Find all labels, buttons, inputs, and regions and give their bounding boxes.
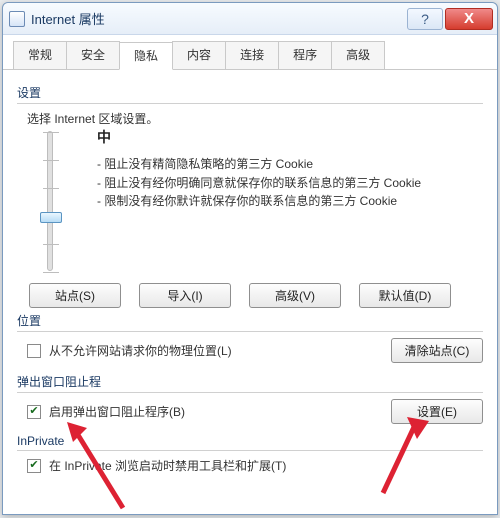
- divider: [17, 331, 483, 332]
- advanced-button[interactable]: 高级(V): [249, 283, 341, 308]
- popup-settings-button[interactable]: 设置(E): [391, 399, 483, 424]
- inprivate-row: 在 InPrivate 浏览启动时禁用工具栏和扩展(T): [27, 457, 483, 474]
- tab-privacy[interactable]: 隐私: [119, 42, 173, 70]
- bullet-1: - 阻止没有精简隐私策略的第三方 Cookie: [97, 155, 483, 174]
- tab-content[interactable]: 内容: [172, 41, 226, 69]
- inprivate-checkbox-label: 在 InPrivate 浏览启动时禁用工具栏和扩展(T): [49, 457, 483, 474]
- location-row: 从不允许网站请求你的物理位置(L) 清除站点(C): [27, 338, 483, 363]
- bullet-3: - 限制没有经你默许就保存你的联系信息的第三方 Cookie: [97, 192, 483, 211]
- tab-general[interactable]: 常规: [13, 41, 67, 69]
- tab-pane: 设置 选择 Internet 区域设置。 中 - 阻止没有精简隐私策略的第三方 …: [3, 70, 497, 484]
- privacy-slider-wrap: [17, 127, 77, 271]
- inprivate-checkbox[interactable]: [27, 459, 41, 473]
- sites-button[interactable]: 站点(S): [29, 283, 121, 308]
- close-button[interactable]: X: [445, 8, 493, 30]
- popup-row: 启用弹出窗口阻止程序(B) 设置(E): [27, 399, 483, 424]
- tab-advanced[interactable]: 高级: [331, 41, 385, 69]
- tab-connections[interactable]: 连接: [225, 41, 279, 69]
- popup-checkbox[interactable]: [27, 405, 41, 419]
- privacy-level: 中: [97, 127, 483, 147]
- settings-button-row: 站点(S) 导入(I) 高级(V) 默认值(D): [29, 283, 483, 308]
- help-button[interactable]: ?: [407, 8, 443, 30]
- app-icon: [9, 11, 25, 27]
- zone-prompt: 选择 Internet 区域设置。: [27, 110, 483, 127]
- inprivate-group-label: InPrivate: [17, 434, 483, 448]
- divider: [17, 450, 483, 451]
- tab-strip: 常规 安全 隐私 内容 连接 程序 高级: [3, 35, 497, 70]
- slider-thumb[interactable]: [40, 212, 62, 223]
- location-checkbox[interactable]: [27, 344, 41, 358]
- zone-description: 中 - 阻止没有精简隐私策略的第三方 Cookie - 阻止没有经你明确同意就保…: [97, 127, 483, 271]
- divider: [17, 103, 483, 104]
- privacy-slider[interactable]: [47, 131, 53, 271]
- dialog-window: Internet 属性 ? X 常规 安全 隐私 内容 连接 程序 高级 设置 …: [2, 2, 498, 515]
- clear-sites-button[interactable]: 清除站点(C): [391, 338, 483, 363]
- popup-group-label: 弹出窗口阻止程: [17, 373, 483, 390]
- titlebar: Internet 属性 ? X: [3, 3, 497, 35]
- tab-programs[interactable]: 程序: [278, 41, 332, 69]
- divider: [17, 392, 483, 393]
- location-checkbox-label: 从不允许网站请求你的物理位置(L): [49, 342, 383, 359]
- location-group-label: 位置: [17, 312, 483, 329]
- import-button[interactable]: 导入(I): [139, 283, 231, 308]
- settings-group-label: 设置: [17, 84, 483, 101]
- titlebar-buttons: ? X: [407, 8, 493, 30]
- default-button[interactable]: 默认值(D): [359, 283, 451, 308]
- tab-security[interactable]: 安全: [66, 41, 120, 69]
- bullet-2: - 阻止没有经你明确同意就保存你的联系信息的第三方 Cookie: [97, 174, 483, 193]
- popup-checkbox-label: 启用弹出窗口阻止程序(B): [49, 403, 383, 420]
- zone-row: 中 - 阻止没有精简隐私策略的第三方 Cookie - 阻止没有经你明确同意就保…: [17, 127, 483, 271]
- privacy-bullets: - 阻止没有精简隐私策略的第三方 Cookie - 阻止没有经你明确同意就保存你…: [97, 155, 483, 211]
- window-title: Internet 属性: [31, 9, 407, 28]
